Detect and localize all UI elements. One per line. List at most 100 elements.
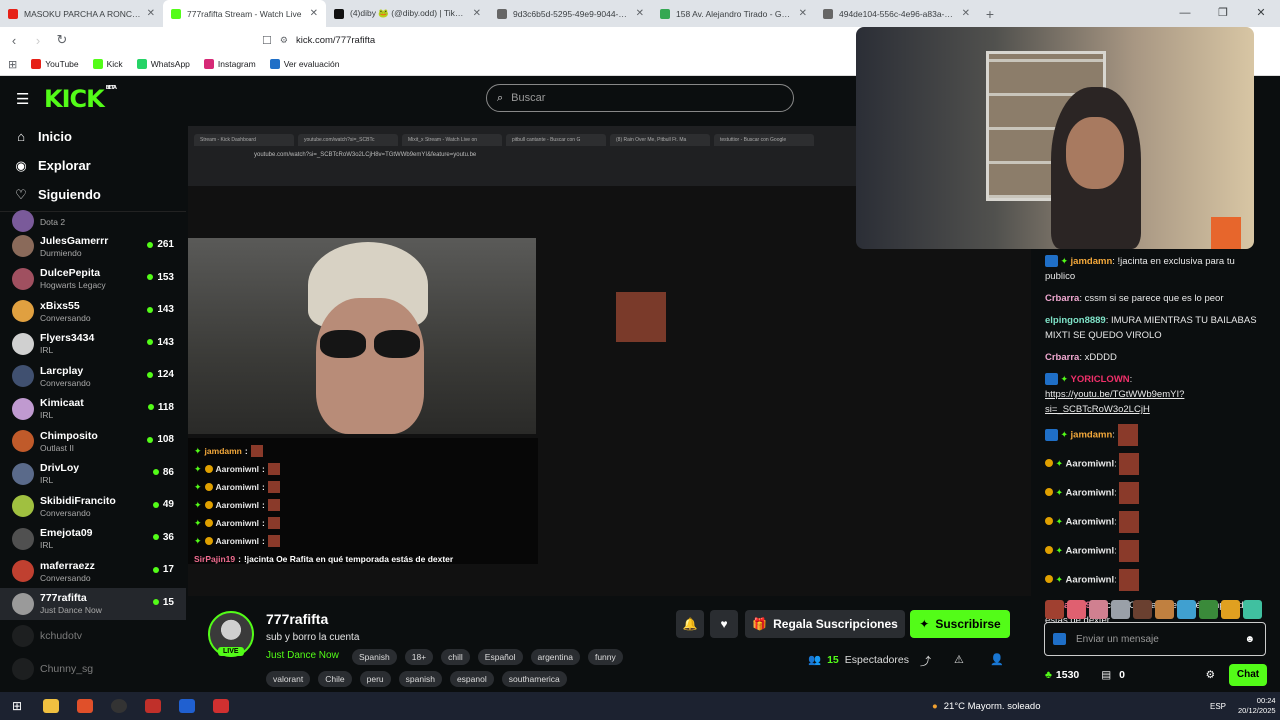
tab-close-icon[interactable]: ✕	[962, 8, 970, 19]
app-icon-red[interactable]	[136, 692, 170, 720]
stream-tag[interactable]: chill	[441, 649, 470, 665]
quick-emote[interactable]	[1199, 600, 1218, 619]
sidebar-channel[interactable]: Chunny_sg	[0, 653, 186, 686]
points-count[interactable]: 1530	[1056, 669, 1079, 681]
app-icon-blue[interactable]	[170, 692, 204, 720]
kick-logo[interactable]: KICK BETA	[44, 85, 117, 113]
bookmark-item[interactable]: Ver evaluación	[269, 59, 339, 69]
subscribe-button[interactable]: ✦ Suscribirse	[910, 610, 1010, 638]
sidebar-channel[interactable]: Larcplay Conversando 124	[0, 360, 186, 393]
restore-icon[interactable]: ❐	[1204, 0, 1242, 27]
sidebar-channel[interactable]: kchudotv	[0, 620, 186, 653]
chat-username[interactable]: Crbarra	[1045, 293, 1079, 304]
chat-username[interactable]: jamdamn	[1071, 256, 1113, 267]
tab-close-icon[interactable]: ✕	[799, 8, 807, 19]
site-info-icon[interactable]: ⚙	[280, 35, 288, 46]
forward-icon[interactable]: ›	[28, 33, 48, 48]
quick-emote[interactable]	[1111, 600, 1130, 619]
url-text[interactable]: kick.com/777rafifta	[296, 35, 375, 46]
tickets-count[interactable]: 0	[1119, 669, 1125, 681]
start-icon[interactable]: ⊞	[0, 692, 34, 720]
chat-username[interactable]: Aaromiwnl	[1066, 546, 1115, 557]
browser-tab[interactable]: MASOKU PARCHA A RONCHAS ✕	[0, 0, 163, 27]
stream-tag[interactable]: Chile	[318, 671, 352, 687]
settings-icon[interactable]: ⚙	[1206, 669, 1215, 681]
sidebar-channel[interactable]: 777rafifta Just Dance Now 15	[0, 587, 186, 620]
stream-category[interactable]: Just Dance Now	[266, 650, 339, 661]
apps-grid-icon[interactable]: ⊞	[8, 58, 17, 71]
chat-username[interactable]: elpingon8889	[1045, 315, 1106, 326]
nav-compass[interactable]: ◉ Explorar	[0, 151, 186, 180]
back-icon[interactable]: ‹	[4, 33, 24, 48]
stream-tag[interactable]: southamerica	[501, 671, 567, 687]
chat-link[interactable]: https://youtu.be/TGtWWb9emYI?si=_SCBTcRo…	[1045, 389, 1184, 415]
quick-emote[interactable]	[1133, 600, 1152, 619]
stream-tag[interactable]: espanol	[449, 671, 494, 687]
nav-home[interactable]: ⌂ Inicio	[0, 122, 186, 151]
bookmark-star-icon[interactable]: ☐	[262, 34, 272, 47]
stream-tag[interactable]: Spanish	[352, 649, 397, 665]
chat-username[interactable]: Aaromiwnl	[1066, 488, 1115, 499]
browser-tab[interactable]: 777rafifta Stream - Watch Live ✕	[163, 0, 326, 27]
tab-close-icon[interactable]: ✕	[147, 8, 155, 19]
search-input[interactable]: ⌕ Buscar	[486, 84, 794, 112]
sidebar-channel[interactable]: Kimicaat IRL 118	[0, 393, 186, 426]
tab-close-icon[interactable]: ✕	[473, 8, 481, 19]
sidebar-channel[interactable]: DulcePepita Hogwarts Legacy 153	[0, 263, 186, 296]
quick-emote[interactable]	[1243, 600, 1262, 619]
stream-tag[interactable]: valorant	[266, 671, 311, 687]
quick-emote[interactable]	[1045, 600, 1064, 619]
stream-tag[interactable]: 18+	[404, 649, 434, 665]
chat-input[interactable]: Enviar un mensaje ☻	[1044, 622, 1266, 656]
quick-emote[interactable]	[1089, 600, 1108, 619]
add-user-icon[interactable]: 👤	[990, 653, 1004, 666]
sidebar-channel[interactable]: Chimposito Outlast II 108	[0, 425, 186, 458]
chat-username[interactable]: Aaromiwnl	[1066, 517, 1115, 528]
browser-tab[interactable]: (4)diby 🐸 (@diby.odd) | TikTok ✕	[326, 0, 489, 27]
sidebar-channel[interactable]: maferraezz Conversando 17	[0, 555, 186, 588]
chat-username[interactable]: YORICLOWN	[1071, 374, 1130, 385]
stream-tag[interactable]: Español	[477, 649, 523, 665]
emoji-icon[interactable]: ☻	[1244, 634, 1255, 645]
sidebar-channel[interactable]: SkibidiFrancito Conversando 49	[0, 490, 186, 523]
browser-tab[interactable]: 494de104-556c-4e96-a83a-1e4902d9 ✕	[815, 0, 978, 27]
minimize-icon[interactable]: —	[1166, 0, 1204, 27]
sidebar-channel[interactable]: Flyers3434 IRL 143	[0, 328, 186, 361]
stream-tag[interactable]: spanish	[398, 671, 442, 687]
chat-username[interactable]: jamdamn	[1071, 430, 1113, 441]
share-icon[interactable]: ⤴	[920, 653, 931, 669]
quick-emote[interactable]	[1067, 600, 1086, 619]
reload-icon[interactable]: ↻	[52, 32, 72, 48]
nav-heart[interactable]: ♡ Siguiendo	[0, 180, 186, 209]
language-indicator[interactable]: ESP	[1210, 702, 1226, 711]
quick-emote[interactable]	[1221, 600, 1240, 619]
sidebar-channel[interactable]: xBixs55 Conversando 143	[0, 295, 186, 328]
clock[interactable]: 00:24 20/12/2025	[1238, 696, 1276, 716]
chat-send-button[interactable]: Chat	[1229, 664, 1267, 686]
bookmark-item[interactable]: YouTube	[31, 59, 79, 69]
tab-close-icon[interactable]: ✕	[310, 8, 318, 19]
follow-button[interactable]: ♥	[710, 610, 738, 638]
close-icon[interactable]: ✕	[1242, 0, 1280, 27]
browser-tab[interactable]: 158 Av. Alejandro Tirado - Google M ✕	[652, 0, 815, 27]
sidebar-channel[interactable]: DrivLoy IRL 86	[0, 458, 186, 491]
brave-icon[interactable]	[68, 692, 102, 720]
sidebar-channel[interactable]: Dota 2	[0, 210, 186, 232]
bookmark-item[interactable]: Instagram	[203, 59, 256, 69]
new-tab-icon[interactable]: +	[978, 6, 1002, 22]
notification-bell-button[interactable]: 🔔	[676, 610, 704, 638]
app-icon-record[interactable]	[204, 692, 238, 720]
chat-username[interactable]: Crbarra	[1045, 352, 1079, 363]
report-icon[interactable]: ⚠	[954, 653, 964, 666]
sidebar-channel[interactable]: Emejota09 IRL 36	[0, 523, 186, 556]
gift-subs-button[interactable]: 🎁 Regala Suscripciones	[745, 610, 905, 638]
sidebar-channel[interactable]: JulesGamerrr Durmiendo 261	[0, 230, 186, 263]
quick-emote[interactable]	[1155, 600, 1174, 619]
file-explorer-icon[interactable]	[34, 692, 68, 720]
stream-tag[interactable]: funny	[587, 649, 623, 665]
tab-close-icon[interactable]: ✕	[636, 8, 644, 19]
menu-icon[interactable]: ☰	[16, 90, 32, 108]
streamer-name[interactable]: 777rafifta	[266, 611, 328, 627]
quick-emote[interactable]	[1177, 600, 1196, 619]
stream-tag[interactable]: peru	[359, 671, 391, 687]
